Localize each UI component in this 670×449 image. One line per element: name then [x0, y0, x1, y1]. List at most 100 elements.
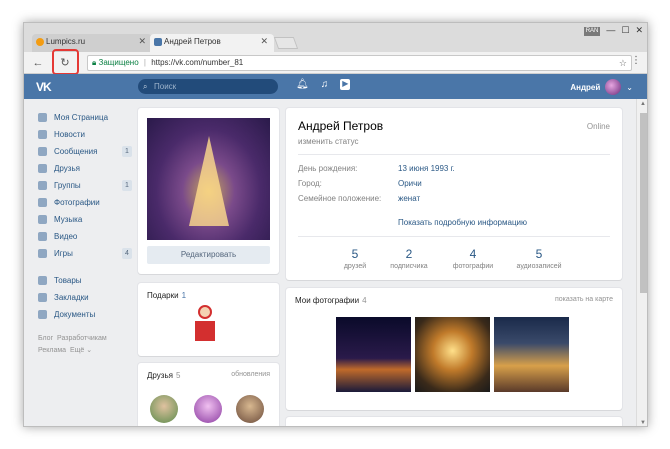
sidebar-item-label: Друзья [54, 164, 80, 173]
gifts-title-text: Подарки [147, 291, 179, 300]
scroll-up-icon[interactable]: ▲ [640, 101, 646, 107]
secure-label: Защищено [98, 58, 139, 67]
address-bar[interactable]: 🔒︎ Защищено | https://vk.com/number_81 ☆ [87, 55, 632, 71]
info-label: Семейное положение: [298, 194, 382, 203]
search-placeholder: Поиск [154, 82, 177, 91]
tree-graphic [189, 136, 229, 226]
sidebar-item-games[interactable]: Игры 4 [36, 245, 132, 262]
scroll-down-icon[interactable]: ▼ [640, 420, 646, 426]
footer-link-ads[interactable]: Реклама [38, 347, 66, 354]
profile-photo[interactable] [147, 118, 270, 240]
window-controls: RAN — ☐ ✕ [583, 25, 643, 36]
group-icon [38, 181, 47, 190]
play-icon[interactable]: ▶ [340, 79, 351, 90]
photos-title[interactable]: Мои фотографии 4 [295, 296, 367, 305]
info-value[interactable]: 13 июня 1993 г. [398, 164, 455, 173]
friends-updates-link[interactable]: обновления [231, 371, 270, 378]
scrollbar-thumb[interactable] [640, 113, 647, 293]
left-sidebar: Моя Страница Новости Сообщения 1 Друзья Г… [36, 109, 132, 357]
sidebar-item-label: Видео [54, 232, 78, 241]
sidebar-footer: Блог Разработчикам Реклама Ещё ⌄ [36, 333, 132, 357]
footer-link-more[interactable]: Ещё ⌄ [70, 347, 92, 354]
count-badge: 1 [122, 180, 132, 191]
avatar-card: Редактировать [138, 108, 279, 274]
profile-name: Андрей Петров [298, 119, 384, 133]
stat-audio[interactable]: 5 аудиозаписей [504, 247, 574, 270]
sidebar-item-goods[interactable]: Товары [36, 272, 132, 289]
search-input[interactable]: ⌕ Поиск [138, 79, 278, 94]
tab-title: Lumpics.ru [46, 37, 86, 46]
home-icon [38, 113, 47, 122]
sidebar-item-label: Моя Страница [54, 113, 109, 122]
video-icon [38, 232, 47, 241]
friend-avatar[interactable] [150, 395, 178, 423]
photo-thumbnail[interactable] [336, 317, 411, 392]
gifts-card: Подарки 1 [138, 283, 279, 356]
bell-icon[interactable]: 🔔︎ [296, 79, 309, 90]
sidebar-item-video[interactable]: Видео [36, 228, 132, 245]
sidebar-item-documents[interactable]: Документы [36, 306, 132, 323]
close-tab-icon[interactable]: ✕ [260, 36, 268, 47]
sidebar-item-label: Товары [54, 276, 82, 285]
divider [298, 236, 610, 237]
url-text: https://vk.com/number_81 [151, 58, 244, 67]
tab-vk-profile[interactable]: Андрей Петров ✕ [150, 34, 274, 52]
change-status-link[interactable]: изменить статус [298, 137, 359, 146]
sidebar-item-news[interactable]: Новости [36, 126, 132, 143]
sidebar-item-music[interactable]: Музыка [36, 211, 132, 228]
friend-avatar[interactable] [236, 395, 264, 423]
maximize-icon[interactable]: ☐ [621, 25, 629, 36]
footer-link-devs[interactable]: Разработчикам [57, 335, 107, 342]
menu-dots-icon[interactable]: ⋮ [631, 55, 641, 66]
divider [298, 154, 610, 155]
stat-photos[interactable]: 4 фотографии [438, 247, 508, 270]
person-icon [38, 164, 47, 173]
show-on-map-link[interactable]: показать на карте [555, 296, 613, 303]
chevron-down-icon: ⌄ [626, 82, 633, 92]
tab-lumpics[interactable]: Lumpics.ru ✕ [32, 34, 152, 52]
lumpics-favicon-icon [36, 38, 44, 46]
bookmark-star-icon[interactable]: ☆ [619, 56, 627, 70]
sidebar-item-messages[interactable]: Сообщения 1 [36, 143, 132, 160]
photo-thumbnail[interactable] [415, 317, 490, 392]
info-value[interactable]: Оричи [398, 179, 422, 188]
sidebar-item-my-page[interactable]: Моя Страница [36, 109, 132, 126]
sidebar-item-label: Фотографии [54, 198, 100, 207]
user-menu[interactable]: Андрей ⌄ [570, 79, 633, 95]
count-badge: 1 [122, 146, 132, 157]
close-window-icon[interactable]: ✕ [635, 25, 643, 36]
news-icon [38, 130, 47, 139]
gift-top [198, 305, 212, 319]
sidebar-item-bookmarks[interactable]: Закладки [36, 289, 132, 306]
gifts-count: 1 [181, 291, 187, 300]
photo-thumbnail[interactable] [494, 317, 569, 392]
page-scrollbar[interactable]: ▲ ▼ [636, 99, 647, 426]
info-value[interactable]: женат [398, 194, 420, 203]
new-tab-button[interactable] [273, 37, 299, 49]
gift-icon[interactable] [190, 305, 220, 345]
close-tab-icon[interactable]: ✕ [138, 36, 146, 47]
footer-link-blog[interactable]: Блог [38, 335, 53, 342]
back-arrow-icon[interactable]: ← [30, 55, 46, 71]
sidebar-item-photos[interactable]: Фотографии [36, 194, 132, 211]
gifts-title[interactable]: Подарки 1 [147, 291, 186, 300]
friend-avatar[interactable] [194, 395, 222, 423]
music-note-icon[interactable]: ♫ [321, 79, 329, 90]
user-avatar [605, 79, 622, 95]
show-more-info-link[interactable]: Показать подробную информацию [398, 218, 527, 227]
sidebar-item-groups[interactable]: Группы 1 [36, 177, 132, 194]
sidebar-item-friends[interactable]: Друзья [36, 160, 132, 177]
stat-followers[interactable]: 2 подписчика [374, 247, 444, 270]
info-label: День рождения: [298, 164, 358, 173]
edit-profile-button[interactable]: Редактировать [147, 246, 270, 264]
minimize-icon[interactable]: — [606, 25, 615, 36]
stat-label: фотографии [452, 263, 494, 270]
stat-number: 5 [535, 247, 543, 261]
tab-strip: Lumpics.ru ✕ Андрей Петров ✕ RAN — ☐ ✕ [24, 23, 647, 52]
count-badge: 4 [122, 248, 132, 259]
friends-title[interactable]: Друзья 5 [147, 371, 180, 380]
vk-logo[interactable]: VK [36, 80, 52, 94]
user-name: Андрей [570, 82, 601, 92]
